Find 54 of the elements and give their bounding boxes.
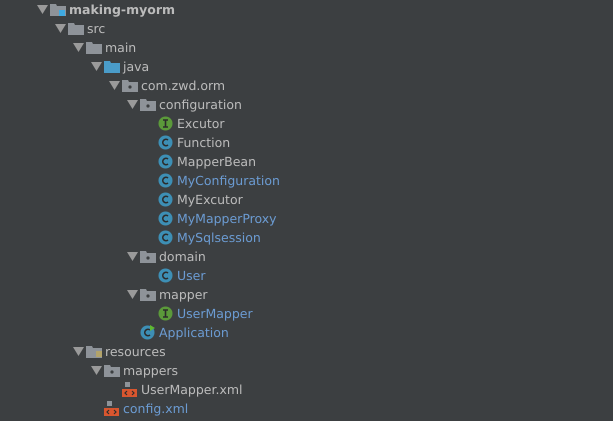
package-icon <box>140 98 156 111</box>
tree-item[interactable]: java <box>123 59 150 74</box>
tree-item[interactable]: resources <box>105 344 166 359</box>
package-icon <box>104 364 120 377</box>
xml-file-icon <box>122 382 137 397</box>
tree-item[interactable]: src <box>87 21 106 36</box>
tree-item[interactable]: User <box>177 268 206 283</box>
interface-icon <box>158 116 173 131</box>
expand-arrow-icon[interactable] <box>90 62 102 71</box>
class-icon <box>158 211 173 226</box>
tree-item[interactable]: config.xml <box>123 401 188 416</box>
tree-item[interactable]: MySqlsession <box>177 230 261 245</box>
tree-item[interactable]: MyExcutor <box>177 192 243 207</box>
expand-arrow-icon[interactable] <box>126 100 138 109</box>
run-class-icon <box>140 325 155 340</box>
folder-icon <box>86 41 102 54</box>
tree-item[interactable]: com.zwd.orm <box>141 78 226 93</box>
class-icon <box>158 173 173 188</box>
interface-icon <box>158 306 173 321</box>
tree-item[interactable]: domain <box>159 249 206 264</box>
class-icon <box>158 268 173 283</box>
package-icon <box>140 250 156 263</box>
module-folder-icon <box>50 3 66 16</box>
class-icon <box>158 192 173 207</box>
expand-arrow-icon[interactable] <box>126 252 138 261</box>
tree-item[interactable]: UserMapper <box>177 306 253 321</box>
package-icon <box>122 79 138 92</box>
folder-icon <box>68 22 84 35</box>
folder-icon <box>104 60 120 73</box>
xml-file-icon <box>104 401 119 416</box>
tree-item[interactable]: Function <box>177 135 230 150</box>
tree-item[interactable]: configuration <box>159 97 242 112</box>
class-icon <box>158 154 173 169</box>
tree-item[interactable]: Excutor <box>177 116 225 131</box>
expand-arrow-icon[interactable] <box>90 366 102 375</box>
class-icon <box>158 135 173 150</box>
tree-item[interactable]: mappers <box>123 363 178 378</box>
package-icon <box>140 288 156 301</box>
expand-arrow-icon[interactable] <box>72 43 84 52</box>
expand-arrow-icon[interactable] <box>72 347 84 356</box>
expand-arrow-icon[interactable] <box>108 81 120 90</box>
expand-arrow-icon[interactable] <box>36 5 48 14</box>
tree-item[interactable]: making-myorm <box>69 2 176 17</box>
class-icon <box>158 230 173 245</box>
tree-item[interactable]: MyConfiguration <box>177 173 280 188</box>
tree-item[interactable]: main <box>105 40 136 55</box>
tree-item[interactable]: UserMapper.xml <box>141 382 243 397</box>
expand-arrow-icon[interactable] <box>54 24 66 33</box>
tree-item[interactable]: MyMapperProxy <box>177 211 277 226</box>
expand-arrow-icon[interactable] <box>126 290 138 299</box>
tree-item[interactable]: Application <box>159 325 229 340</box>
tree-item[interactable]: MapperBean <box>177 154 256 169</box>
tree-item[interactable]: mapper <box>159 287 208 302</box>
resource-folder-icon <box>86 345 102 358</box>
